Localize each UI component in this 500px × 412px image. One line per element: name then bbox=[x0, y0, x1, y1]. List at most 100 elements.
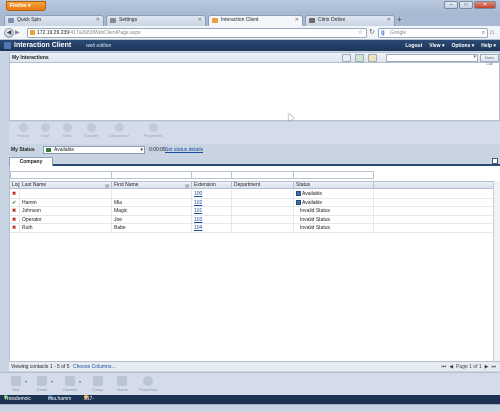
extension-link[interactable]: 104 bbox=[194, 225, 202, 231]
prev-page-icon[interactable]: ◀ bbox=[449, 363, 453, 371]
col-department[interactable]: Department bbox=[232, 182, 294, 189]
tab-company-directory[interactable]: Company Directory bbox=[9, 157, 53, 173]
disconnect-button[interactable]: Disconnect bbox=[107, 123, 131, 138]
col-extension[interactable]: Extension bbox=[192, 182, 232, 189]
filter-department-input[interactable] bbox=[231, 171, 294, 179]
new-tab-button[interactable]: + bbox=[397, 16, 402, 24]
col-first-name[interactable]: First Name ▤ bbox=[112, 182, 192, 189]
chevron-down-icon[interactable]: ▾ bbox=[51, 379, 53, 384]
forward-button[interactable]: ▶ bbox=[15, 29, 23, 37]
cell-status: Invalid Status bbox=[294, 215, 374, 224]
properties-bottom-button[interactable]: Properties bbox=[136, 376, 160, 392]
status-bottom-label: Status bbox=[116, 387, 128, 392]
tab-citrix-online[interactable]: Citrix Online ✕ bbox=[305, 15, 395, 26]
status-text: Invalid Status bbox=[300, 208, 331, 214]
transfer-button[interactable]: Transfer bbox=[79, 123, 103, 138]
available-status-icon bbox=[296, 199, 301, 205]
next-page-icon[interactable]: ▶ bbox=[485, 363, 489, 371]
search-icon[interactable]: ⌕ bbox=[482, 29, 485, 37]
tab-settings[interactable]: Settings ✕ bbox=[106, 15, 206, 26]
view-menu[interactable]: View ▾ bbox=[429, 42, 444, 50]
chevron-down-icon[interactable]: ▾ bbox=[79, 379, 81, 384]
hourglass-icon bbox=[40, 123, 50, 132]
browser-navbar: ◀ ▶ 172.19.29.239/417a2683/WebClientPage… bbox=[0, 26, 500, 40]
phone-icon bbox=[11, 376, 21, 386]
table-row[interactable]: ✖ Ruth Babe 104 Invalid Status bbox=[10, 224, 500, 233]
pickup-button[interactable]: Pickup bbox=[11, 123, 35, 138]
invalid-status-icon bbox=[296, 208, 299, 213]
cell-last-name bbox=[20, 190, 112, 198]
home-icon[interactable]: ⌂ bbox=[490, 28, 494, 37]
filter-status-input[interactable] bbox=[293, 171, 374, 179]
interactions-header: My Interactions ▾ Make Call bbox=[10, 53, 499, 66]
firefox-menu-button[interactable]: Firefox ▾ bbox=[6, 1, 46, 11]
tab-close-icon[interactable]: ✕ bbox=[295, 16, 299, 25]
first-page-icon[interactable]: ⏮ bbox=[442, 363, 447, 371]
table-row[interactable]: ✖ Operator Joe 103 Invalid Status bbox=[10, 215, 500, 224]
extension-link[interactable]: 101 bbox=[194, 208, 202, 214]
my-status-label: My Status bbox=[11, 147, 35, 153]
tab-interaction-client[interactable]: Interaction Client ✕ bbox=[208, 15, 303, 26]
tab-quick-spin[interactable]: Quick Spin ✕ bbox=[4, 15, 104, 26]
close-window-button[interactable]: ✕ bbox=[474, 1, 496, 9]
maximize-button[interactable]: □ bbox=[459, 1, 473, 9]
make-call-button[interactable]: Make Call bbox=[480, 54, 499, 66]
tab-close-icon[interactable]: ✕ bbox=[96, 16, 100, 25]
status-select[interactable]: Available ▾ bbox=[43, 146, 145, 154]
cell-first-name: Babe bbox=[112, 224, 192, 232]
table-row[interactable]: ✖ Johnson Magic 101 Invalid Status bbox=[10, 207, 500, 216]
bookmark-star-icon[interactable]: ☆ bbox=[358, 29, 363, 37]
properties-button[interactable]: Properties bbox=[141, 123, 165, 138]
dial-button[interactable]: Dial ▾ bbox=[4, 376, 28, 392]
disconnect-icon bbox=[114, 123, 124, 132]
search-placeholder: Google bbox=[390, 30, 407, 36]
url-bar[interactable]: 172.19.29.239/417a2683/WebClientPage.asp… bbox=[27, 28, 367, 38]
last-page-icon[interactable]: ⏭ bbox=[491, 363, 496, 371]
app-header: Interaction Client web edition Logout Vi… bbox=[0, 40, 500, 51]
email-button[interactable]: Email ▾ bbox=[30, 376, 54, 392]
hand-icon[interactable] bbox=[368, 54, 377, 62]
status-text: Available bbox=[302, 191, 323, 197]
search-input[interactable]: g Google ⌕ bbox=[378, 28, 488, 38]
chevron-down-icon[interactable]: ▾ bbox=[473, 54, 476, 60]
table-row[interactable]: ✔ Hamm Mia 102 Available bbox=[10, 198, 500, 207]
queue-icon[interactable] bbox=[342, 54, 351, 62]
transfer-icon bbox=[65, 376, 75, 386]
chevron-down-icon[interactable]: ▾ bbox=[25, 379, 27, 384]
mute-button[interactable]: Mute bbox=[55, 123, 79, 138]
options-menu[interactable]: Options ▾ bbox=[451, 42, 474, 50]
chevron-down-icon[interactable]: ▾ bbox=[140, 147, 143, 153]
set-status-details-link[interactable]: Set status details bbox=[165, 146, 203, 154]
transfer-bottom-button[interactable]: Transfer ▾ bbox=[58, 376, 82, 392]
directory-footer: Viewing contacts 1 - 5 of 5 Choose Colum… bbox=[9, 361, 500, 371]
choose-columns-link[interactable]: Choose Columns... bbox=[73, 363, 116, 371]
col-log[interactable]: Log bbox=[10, 182, 20, 189]
minimize-button[interactable]: – bbox=[444, 1, 458, 9]
status-button[interactable]: Status bbox=[110, 376, 134, 392]
table-row[interactable]: ✖ 100 Available bbox=[10, 190, 500, 199]
tab-close-icon[interactable]: ✕ bbox=[387, 16, 391, 25]
tab-close-icon[interactable]: ✕ bbox=[198, 16, 202, 25]
extension-link[interactable]: 103 bbox=[194, 217, 202, 223]
status-value: Available bbox=[54, 147, 75, 153]
extension-link[interactable]: 100 bbox=[194, 191, 202, 197]
extension-link[interactable]: 102 bbox=[194, 200, 202, 206]
col-status[interactable]: Status bbox=[294, 182, 374, 189]
directory-tabbar: Company Directory bbox=[9, 157, 500, 173]
back-button[interactable]: ◀ bbox=[4, 28, 14, 38]
vertical-scrollbar[interactable] bbox=[493, 181, 500, 361]
popout-icon[interactable] bbox=[492, 158, 498, 164]
sort-icon[interactable]: ▤ bbox=[185, 182, 189, 189]
col-last-name[interactable]: Last Name ▤ bbox=[20, 182, 112, 189]
filter-last-name-input[interactable] bbox=[10, 171, 112, 179]
hold-button[interactable]: Hold bbox=[33, 123, 57, 138]
filter-extension-input[interactable] bbox=[191, 171, 232, 179]
logout-link[interactable]: Logout bbox=[405, 42, 422, 50]
reload-icon[interactable]: ↻ bbox=[369, 28, 375, 37]
phone-icon[interactable] bbox=[355, 54, 364, 62]
help-menu[interactable]: Help ▾ bbox=[481, 42, 496, 50]
camp-button[interactable]: Camp bbox=[86, 376, 110, 392]
dial-number-input[interactable]: ▾ bbox=[386, 54, 478, 62]
filter-first-name-input[interactable] bbox=[111, 171, 192, 179]
sort-icon[interactable]: ▤ bbox=[105, 182, 109, 189]
